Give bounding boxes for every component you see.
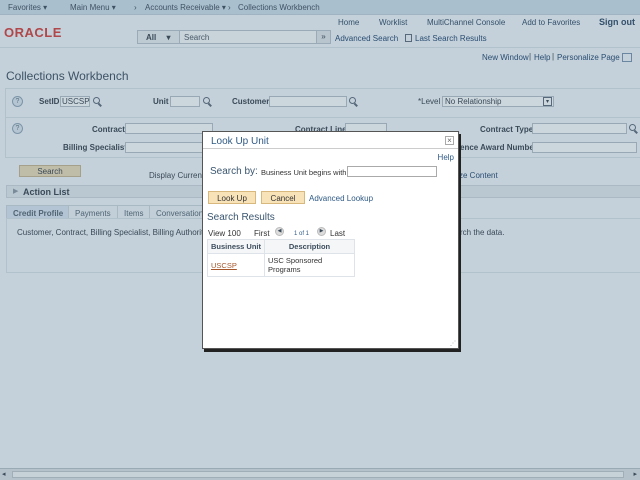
help-icon[interactable]: ? bbox=[12, 96, 23, 107]
billing-specialist-field[interactable] bbox=[125, 142, 213, 153]
setid-label: SetID bbox=[39, 97, 60, 106]
level-select[interactable]: No Relationship ▾ bbox=[442, 96, 554, 107]
tab-credit-profile[interactable]: Credit Profile bbox=[6, 205, 71, 219]
breadcrumb-separator: › bbox=[134, 3, 137, 12]
expand-triangle-icon: ▶ bbox=[13, 188, 19, 195]
new-window-link[interactable]: New Window bbox=[482, 53, 529, 62]
business-unit-link[interactable]: USCSP bbox=[211, 261, 237, 270]
action-list-label: Action List bbox=[23, 187, 70, 197]
customer-label: Customer bbox=[232, 97, 270, 106]
advanced-lookup-link[interactable]: Advanced Lookup bbox=[309, 194, 373, 203]
chevron-down-icon: ▾ bbox=[166, 33, 171, 42]
multichannel-console-link[interactable]: MultiChannel Console bbox=[427, 18, 505, 27]
level-value: No Relationship bbox=[445, 97, 502, 106]
oracle-logo: ORACLE bbox=[4, 25, 62, 40]
breadcrumb-accounts-receivable[interactable]: Accounts Receivable ▾ bbox=[145, 3, 226, 12]
dialog-title: Look Up Unit bbox=[211, 136, 269, 147]
add-to-favorites-link[interactable]: Add to Favorites bbox=[522, 18, 580, 27]
setid-lookup-icon[interactable] bbox=[93, 97, 100, 104]
resize-handle-icon[interactable]: ⋰ bbox=[450, 340, 456, 347]
last-search-icon bbox=[405, 34, 412, 42]
column-header-business-unit: Business Unit bbox=[206, 239, 266, 254]
next-icon[interactable]: ▶ bbox=[317, 227, 326, 236]
cancel-button[interactable]: Cancel bbox=[261, 191, 305, 204]
table-row: USCSP USC Sponsored Programs bbox=[206, 253, 356, 277]
column-header-description: Description bbox=[264, 239, 356, 254]
description-cell: USC Sponsored Programs bbox=[264, 253, 356, 277]
last-search-results-link[interactable]: Last Search Results bbox=[415, 34, 487, 43]
unit-label: Unit bbox=[153, 97, 169, 106]
page-title: Collections Workbench bbox=[6, 69, 129, 83]
search-input[interactable]: Search bbox=[180, 31, 316, 43]
award-number-field[interactable] bbox=[532, 142, 637, 153]
close-icon[interactable]: × bbox=[445, 136, 454, 145]
customer-lookup-icon[interactable] bbox=[349, 97, 356, 104]
scroll-left-icon[interactable]: ◂ bbox=[2, 470, 6, 478]
search-go-button[interactable]: » bbox=[316, 31, 330, 43]
scroll-right-icon[interactable]: ▸ bbox=[633, 470, 637, 478]
chevron-down-icon: ▾ bbox=[543, 97, 552, 106]
award-number-label: ence Award Number bbox=[460, 143, 537, 152]
billing-specialist-label: Billing Specialist bbox=[63, 143, 128, 152]
home-link[interactable]: Home bbox=[338, 18, 359, 27]
horizontal-scrollbar[interactable]: ◂ ▸ bbox=[0, 468, 640, 480]
global-search: All ▾ Search » bbox=[137, 30, 331, 44]
scrollbar-thumb[interactable] bbox=[12, 471, 624, 478]
personalize-content-link[interactable]: ze Content bbox=[459, 171, 498, 180]
customer-field[interactable] bbox=[269, 96, 347, 107]
search-results-title: Search Results bbox=[207, 212, 275, 223]
contract-field[interactable] bbox=[125, 123, 213, 134]
help-link[interactable]: Help bbox=[438, 153, 454, 162]
look-up-unit-dialog: Look Up Unit × Help Search by: Business … bbox=[202, 131, 459, 349]
search-button[interactable]: Search bbox=[19, 165, 81, 177]
contract-type-lookup-icon[interactable] bbox=[629, 124, 636, 131]
top-nav-bar: Favorites ▾ Main Menu ▾ › Accounts Recei… bbox=[0, 0, 640, 15]
search-scope-value: All bbox=[146, 33, 157, 42]
contract-type-label: Contract Type bbox=[480, 125, 534, 134]
sign-out-link[interactable]: Sign out bbox=[599, 17, 635, 27]
last-link[interactable]: Last bbox=[330, 229, 345, 238]
results-table: Business Unit Description USCSP USC Sponso… bbox=[206, 239, 356, 277]
worklist-link[interactable]: Worklist bbox=[379, 18, 407, 27]
content-text: rch the data. bbox=[460, 228, 505, 237]
grid-icon[interactable] bbox=[622, 53, 632, 62]
help-icon[interactable]: ? bbox=[12, 123, 23, 134]
view-100-link[interactable]: View 100 bbox=[208, 229, 241, 238]
setid-field[interactable]: USCSP bbox=[60, 96, 90, 107]
look-up-button[interactable]: Look Up bbox=[208, 191, 256, 204]
level-label: *Level bbox=[418, 97, 441, 106]
unit-lookup-icon[interactable] bbox=[203, 97, 210, 104]
contract-type-field[interactable] bbox=[532, 123, 627, 134]
previous-icon[interactable]: ◀ bbox=[275, 227, 284, 236]
business-unit-input[interactable] bbox=[347, 166, 437, 177]
breadcrumb-collections-workbench[interactable]: Collections Workbench bbox=[238, 3, 320, 12]
content-text: Customer, Contract, Billing Specialist, … bbox=[17, 228, 209, 237]
unit-field[interactable] bbox=[170, 96, 200, 107]
favorites-menu[interactable]: Favorites ▾ bbox=[8, 3, 47, 12]
business-unit-label: Business Unit begins with bbox=[261, 168, 347, 177]
help-link[interactable]: Help bbox=[534, 53, 550, 62]
tab-items[interactable]: Items bbox=[117, 205, 151, 219]
page-info: 1 of 1 bbox=[294, 231, 310, 237]
personalize-page-link[interactable]: Personalize Page bbox=[557, 53, 620, 62]
search-by-label: Search by: bbox=[210, 166, 258, 177]
advanced-search-link[interactable]: Advanced Search bbox=[335, 34, 398, 43]
tab-payments[interactable]: Payments bbox=[68, 205, 118, 219]
main-menu[interactable]: Main Menu ▾ bbox=[70, 3, 116, 12]
breadcrumb-separator: › bbox=[228, 3, 231, 12]
search-scope-select[interactable]: All ▾ bbox=[138, 31, 180, 43]
display-currency-label: Display Curreno bbox=[149, 171, 207, 180]
first-link[interactable]: First bbox=[254, 229, 270, 238]
contract-label: Contract bbox=[92, 125, 125, 134]
